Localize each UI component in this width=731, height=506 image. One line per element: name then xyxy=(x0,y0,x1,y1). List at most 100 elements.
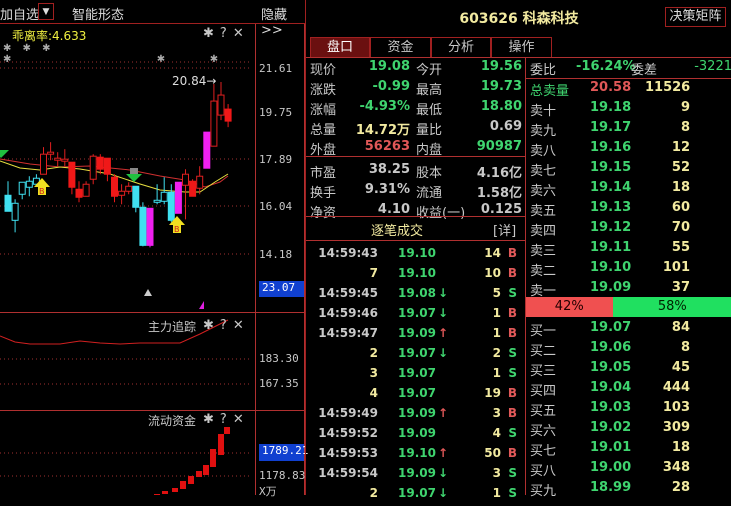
level-label: 买八 xyxy=(530,464,557,479)
trade-volume: 10 xyxy=(484,266,501,280)
help-icon[interactable]: ? xyxy=(220,318,233,333)
ask-row[interactable]: 卖八 19.16 12 xyxy=(530,140,726,160)
level-label: 卖六 xyxy=(530,184,557,199)
level-price: 19.17 xyxy=(590,120,632,135)
ask-row[interactable]: 卖四 19.12 70 xyxy=(530,220,726,240)
trade-row: 14:59:47 19.09 ↑ 1 B xyxy=(306,326,524,346)
trade-volume: 3 xyxy=(492,466,501,480)
svg-text:B: B xyxy=(39,187,45,196)
quote-label: 股本 xyxy=(416,166,443,181)
flow-bar xyxy=(188,476,194,484)
candle xyxy=(18,181,26,195)
level-volume: 84 xyxy=(671,320,690,335)
level-price: 19.07 xyxy=(590,320,632,335)
tab-handicap[interactable]: 盘口 xyxy=(310,37,370,58)
level-label: 卖七 xyxy=(530,164,557,179)
level-price: 19.02 xyxy=(590,420,632,435)
level-label: 卖五 xyxy=(530,204,557,219)
candle xyxy=(224,108,232,122)
candle xyxy=(182,173,189,186)
level-price: 19.12 xyxy=(590,220,632,235)
close-icon[interactable]: ✕ xyxy=(233,318,250,333)
quote-value: 14.72万 xyxy=(355,123,410,138)
quote-row: 现价 19.08 今开 19.56 xyxy=(310,59,524,79)
quote-label: 市盈 xyxy=(310,166,337,181)
order-ratio-row: 委比 -16.24% 委差 -3221 xyxy=(530,59,731,79)
level-label: 卖三 xyxy=(530,244,557,259)
candle xyxy=(11,202,19,221)
ask-row[interactable]: 卖二 19.10 101 xyxy=(530,260,726,280)
axis-current-highlight: 23.07 xyxy=(259,281,304,297)
flow-bar xyxy=(196,471,202,477)
bid-row[interactable]: 买九 18.99 28 xyxy=(530,480,726,500)
gear-icon[interactable]: ✱ xyxy=(203,318,220,333)
tab-analysis[interactable]: 分析 xyxy=(431,37,491,58)
tab-operation[interactable]: 操作 xyxy=(491,37,552,58)
ask-row[interactable]: 卖五 19.13 60 xyxy=(530,200,726,220)
smart-pattern-button[interactable]: 智能形态 xyxy=(72,4,124,23)
ask-row[interactable]: 卖九 19.17 8 xyxy=(530,120,726,140)
diff-label: 委差 xyxy=(631,63,658,78)
level-volume: 52 xyxy=(671,160,690,175)
tab-funds[interactable]: 资金 xyxy=(370,37,431,58)
flow-controls[interactable]: ✱?✕ xyxy=(203,412,250,427)
trade-price: 19.10 xyxy=(398,446,436,460)
bid-row[interactable]: 买六 19.02 309 xyxy=(530,420,726,440)
quote-label: 涨幅 xyxy=(310,103,337,118)
level-volume: 8 xyxy=(680,340,690,355)
quote-row: 换手 9.31% 流通 1.58亿 xyxy=(310,182,524,202)
quote-panel: 603626 科森科技 决策矩阵 盘口 资金 分析 操作 现价 19.08 今开 19… xyxy=(305,0,731,500)
bid-row[interactable]: 买四 19.04 444 xyxy=(530,380,726,400)
trade-time: 2 xyxy=(369,486,378,500)
decision-matrix-button[interactable]: 决策矩阵 xyxy=(665,7,726,27)
bid-row[interactable]: 买五 19.03 103 xyxy=(530,400,726,420)
buy-sell-strength-bar: 42% 58% xyxy=(526,297,731,317)
quote-label: 最高 xyxy=(416,83,443,98)
quote-value: 56263 xyxy=(364,139,410,154)
quote-row: 市盈 38.25 股本 4.16亿 xyxy=(310,162,524,182)
level-price: 19.13 xyxy=(590,200,632,215)
add-watchlist-button[interactable]: 加自选 xyxy=(0,4,39,23)
trade-side: B xyxy=(507,446,517,460)
candle xyxy=(25,180,33,188)
trade-row: 4 19.07 19 B xyxy=(306,386,524,406)
chevron-down-icon[interactable]: ▼ xyxy=(38,3,54,20)
ask-row[interactable]: 卖六 19.14 18 xyxy=(530,180,726,200)
trades-detail-button[interactable]: [详] xyxy=(493,220,516,239)
tracking-controls[interactable]: ✱?✕ xyxy=(203,318,250,333)
axis-current-highlight: 1789.21 xyxy=(259,444,308,461)
top-toolbar: 加自选 ▼ 智能形态 隐藏>> xyxy=(0,0,305,38)
level-volume: 28 xyxy=(671,480,690,495)
unit-label: X万 xyxy=(259,485,277,498)
ask-row[interactable]: 卖七 19.15 52 xyxy=(530,160,726,180)
trade-side: S xyxy=(508,286,517,300)
bid-row[interactable]: 买七 19.01 18 xyxy=(530,440,726,460)
help-icon[interactable]: ? xyxy=(220,412,233,427)
bid-row[interactable]: 买一 19.07 84 xyxy=(530,320,726,340)
gear-icon[interactable]: ✱ xyxy=(203,412,220,427)
trade-row: 14:59:46 19.07 ↓ 1 B xyxy=(306,306,524,326)
ask-row[interactable]: 卖三 19.11 55 xyxy=(530,240,726,260)
close-icon[interactable]: ✕ xyxy=(233,412,250,427)
candle xyxy=(103,157,111,175)
level-volume: 60 xyxy=(671,200,690,215)
ask-row[interactable]: 卖十 19.18 9 xyxy=(530,100,726,120)
triangle-marker xyxy=(199,301,204,309)
quote-label: 涨跌 xyxy=(310,83,337,98)
bid-row[interactable]: 买八 19.00 348 xyxy=(530,460,726,480)
candle xyxy=(54,157,62,161)
trade-price: 19.10 xyxy=(398,266,436,280)
level-volume: 309 xyxy=(662,420,690,435)
level-label: 买五 xyxy=(530,404,557,419)
candle xyxy=(132,185,140,208)
total-sell-row: 总卖量 20.58 11526 xyxy=(530,80,726,100)
trade-row: 7 19.10 10 B xyxy=(306,266,524,286)
trade-time: 2 xyxy=(369,346,378,360)
trade-volume: 14 xyxy=(484,246,501,260)
bid-row[interactable]: 买二 19.06 8 xyxy=(530,340,726,360)
trade-time: 14:59:53 xyxy=(318,446,378,460)
trade-side: B xyxy=(507,326,517,340)
total-sell-label: 总卖量 xyxy=(530,84,570,99)
quote-value: 38.25 xyxy=(368,162,410,177)
bid-row[interactable]: 买三 19.05 45 xyxy=(530,360,726,380)
